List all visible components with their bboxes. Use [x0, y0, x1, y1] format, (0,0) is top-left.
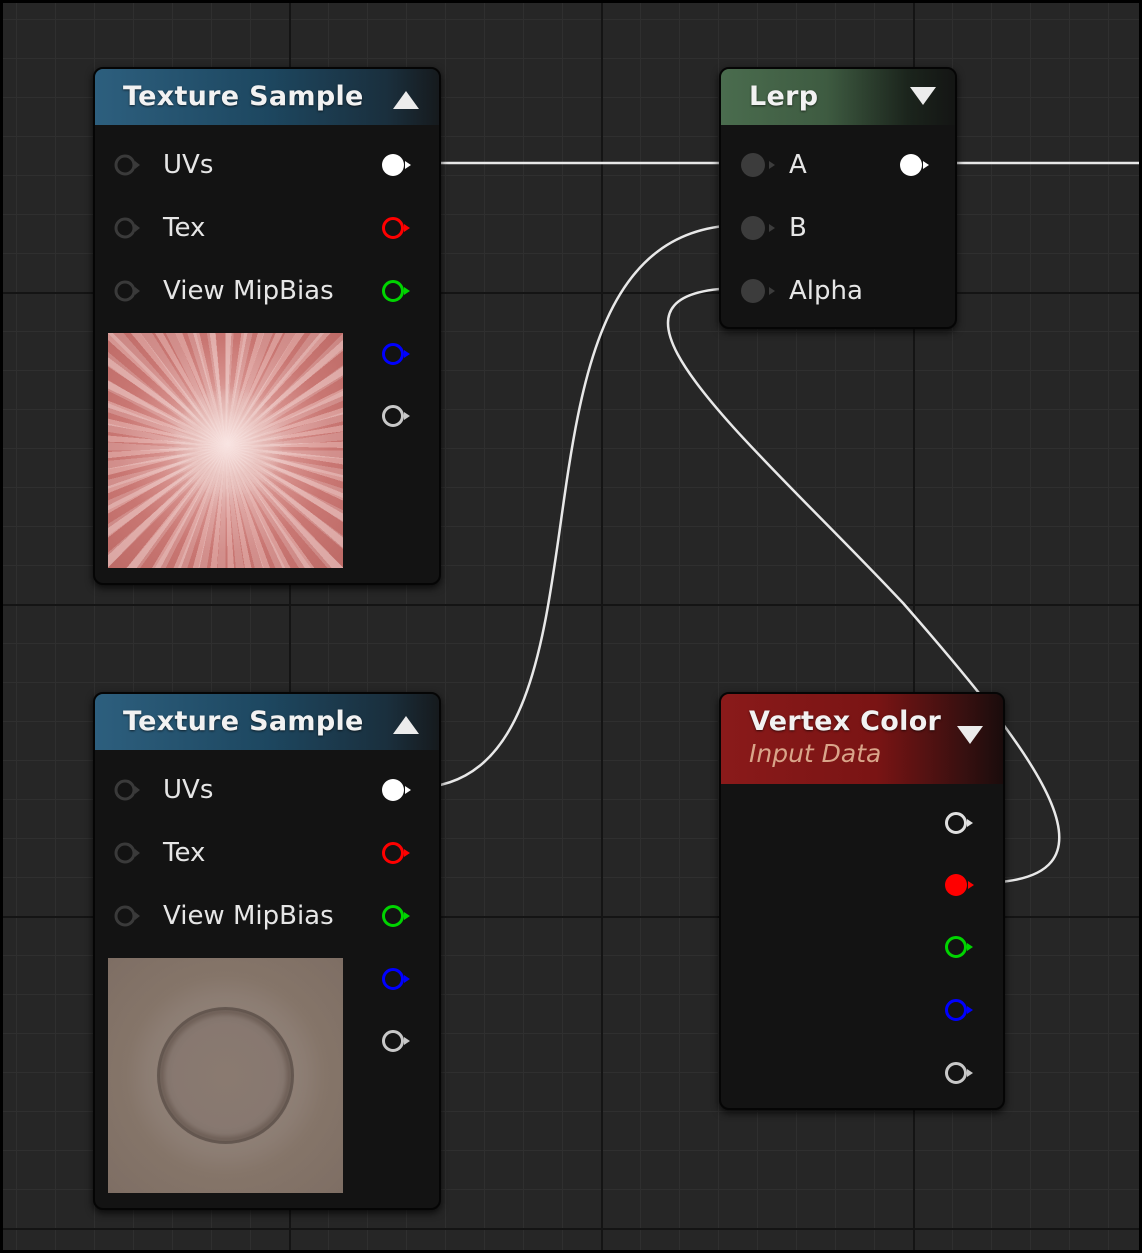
input-label-alpha: Alpha [789, 276, 863, 306]
input-label-view-mipbias: View MipBias [163, 901, 334, 931]
output-pin-white[interactable] [943, 810, 977, 836]
output-pin-red[interactable] [380, 215, 414, 241]
input-pin-view-mipbias[interactable] [113, 279, 141, 303]
input-pin-b[interactable] [739, 216, 779, 240]
caret-up-icon[interactable] [393, 91, 419, 109]
output-pin-red[interactable] [943, 872, 977, 898]
output-pin-red[interactable] [380, 840, 414, 866]
input-label-uvs: UVs [163, 150, 214, 180]
input-pin-tex[interactable] [113, 216, 141, 240]
vertex-color-node[interactable]: Vertex Color Input Data [719, 692, 1005, 1110]
input-pin-tex[interactable] [113, 841, 141, 865]
input-label-tex: Tex [163, 213, 206, 243]
output-pin-gray[interactable] [380, 403, 414, 429]
node-header[interactable]: Texture Sample [95, 69, 439, 125]
stone-texture-preview [108, 958, 343, 1193]
input-label-tex: Tex [163, 838, 206, 868]
wire-tex2-to-lerp-b[interactable] [412, 223, 744, 790]
input-pin-a[interactable] [739, 153, 779, 177]
lerp-node[interactable]: Lerp A B Alpha [719, 67, 957, 329]
output-pin-gray[interactable] [380, 1028, 414, 1054]
node-title: Lerp [749, 81, 819, 112]
input-label-view-mipbias: View MipBias [163, 276, 334, 306]
texture-sample-node-2[interactable]: Texture Sample UVs Tex View MipBias [93, 692, 441, 1210]
output-pin-blue[interactable] [943, 997, 977, 1023]
caret-up-icon[interactable] [393, 716, 419, 734]
output-pin-green[interactable] [380, 903, 414, 929]
output-pin-white[interactable] [380, 777, 414, 803]
output-pin-green[interactable] [380, 278, 414, 304]
caret-down-icon[interactable] [957, 726, 983, 744]
input-label-uvs: UVs [163, 775, 214, 805]
output-pin-blue[interactable] [380, 966, 414, 992]
red-texture-preview [108, 333, 343, 568]
output-pin-white[interactable] [898, 152, 932, 178]
input-pin-alpha[interactable] [739, 279, 779, 303]
node-title: Texture Sample [123, 81, 364, 112]
output-pin-gray[interactable] [943, 1060, 977, 1086]
output-pin-green[interactable] [943, 934, 977, 960]
caret-down-icon[interactable] [910, 87, 936, 105]
input-pin-uvs[interactable] [113, 778, 141, 802]
input-label-a: A [789, 150, 807, 180]
node-title: Texture Sample [123, 706, 364, 737]
input-label-b: B [789, 213, 807, 243]
input-pin-view-mipbias[interactable] [113, 904, 141, 928]
output-pin-blue[interactable] [380, 341, 414, 367]
node-header[interactable]: Texture Sample [95, 694, 439, 750]
material-graph-canvas[interactable]: Texture Sample UVs Tex View MipBias Text… [0, 0, 1142, 1253]
texture-sample-node-1[interactable]: Texture Sample UVs Tex View MipBias [93, 67, 441, 585]
input-pin-uvs[interactable] [113, 153, 141, 177]
output-pin-white[interactable] [380, 152, 414, 178]
